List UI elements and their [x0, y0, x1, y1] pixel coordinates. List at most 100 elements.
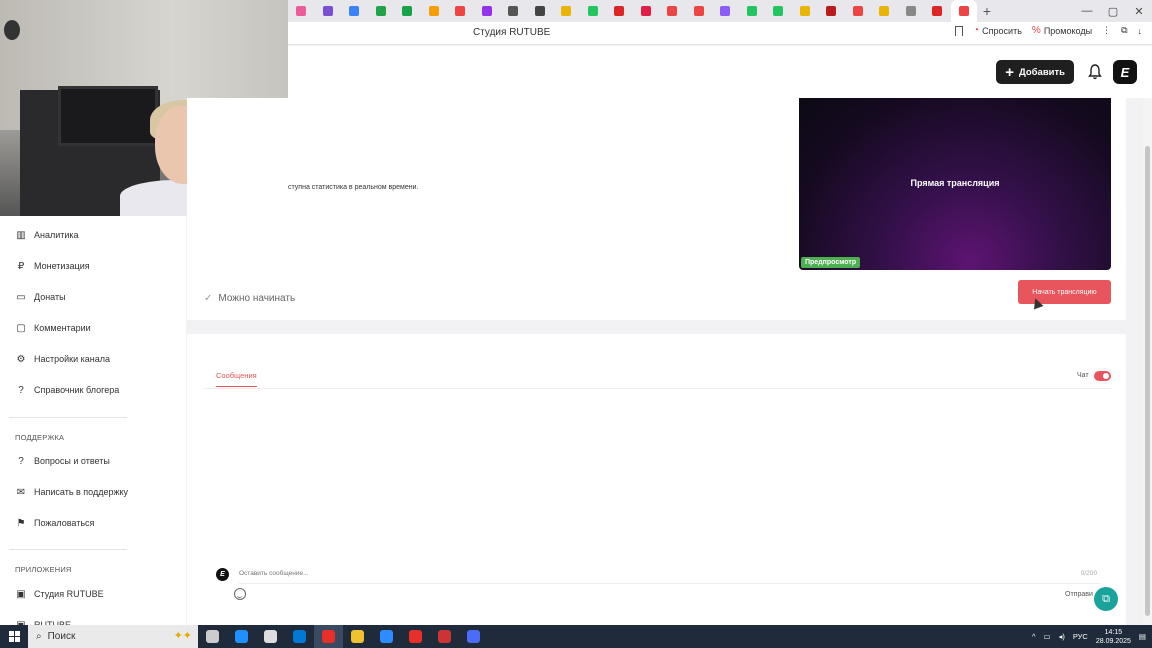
- volume-icon[interactable]: ◂): [1059, 632, 1065, 641]
- browser-tab[interactable]: [686, 0, 713, 22]
- sidebar-item-label: Комментарии: [34, 323, 91, 333]
- browser-tab[interactable]: [447, 0, 474, 22]
- favicon-icon: [640, 6, 651, 16]
- maximize-icon[interactable]: ▢: [1100, 5, 1126, 18]
- ruble-icon: ₽: [17, 260, 25, 272]
- language-indicator[interactable]: РУС: [1073, 632, 1088, 641]
- favicon-icon: [826, 6, 837, 16]
- emoji-icon[interactable]: [234, 588, 246, 600]
- sidebar-item-analytics[interactable]: ▥ Аналитика: [15, 229, 78, 241]
- taskbar-app-icon[interactable]: [372, 625, 401, 648]
- sidebar-item-comments[interactable]: ▢ Комментарии: [15, 322, 91, 334]
- browser-tab[interactable]: [950, 0, 977, 22]
- browser-tab[interactable]: [553, 0, 580, 22]
- taskbar-apps: [198, 625, 488, 648]
- sidebar-item-faq[interactable]: ? Вопросы и ответы: [15, 455, 110, 467]
- sidebar-item-donations[interactable]: ▭ Донаты: [15, 291, 65, 303]
- browser-tab[interactable]: [633, 0, 660, 22]
- preview-badge: Предпросмотр: [801, 257, 861, 268]
- taskbar-clock[interactable]: 14:15 28.09.2025: [1096, 628, 1131, 646]
- scrollbar[interactable]: [1143, 98, 1152, 625]
- browser-tab[interactable]: [341, 0, 368, 22]
- app-icon: [467, 630, 480, 643]
- add-button[interactable]: + Добавить: [996, 60, 1074, 84]
- favicon-icon: [508, 6, 519, 16]
- page-title: Студия RUTUBE: [473, 27, 551, 38]
- browser-tab[interactable]: [792, 0, 819, 22]
- browser-tab[interactable]: [765, 0, 792, 22]
- app-icon: [322, 630, 335, 643]
- windows-start-icon[interactable]: [0, 625, 28, 648]
- browser-menu-icon[interactable]: ⋮: [1102, 25, 1111, 36]
- favicon-icon: [481, 6, 492, 16]
- browser-tab[interactable]: [500, 0, 527, 22]
- browser-tab[interactable]: [527, 0, 554, 22]
- browser-tab[interactable]: [924, 0, 951, 22]
- browser-tab[interactable]: [315, 0, 342, 22]
- popout-chat-icon[interactable]: ⧉: [1094, 587, 1118, 611]
- network-icon[interactable]: ▭: [1043, 632, 1050, 641]
- browser-tab[interactable]: [659, 0, 686, 22]
- sidebar-item-studio-rutube[interactable]: ▣ Студия RUTUBE: [15, 588, 103, 600]
- browser-tab[interactable]: [288, 0, 315, 22]
- browser-tab[interactable]: [871, 0, 898, 22]
- sidebar-item-blogger-guide[interactable]: ? Справочник блогера: [15, 384, 119, 396]
- taskbar-app-icon[interactable]: [459, 625, 488, 648]
- favicon-icon: [905, 6, 916, 16]
- sidebar-item-label: Написать в поддержку: [34, 487, 129, 497]
- browser-tab[interactable]: [580, 0, 607, 22]
- taskbar-app-icon[interactable]: [227, 625, 256, 648]
- bell-icon[interactable]: [1088, 64, 1102, 80]
- message-input[interactable]: [239, 564, 1100, 584]
- sidebar-item-channel-settings[interactable]: ⚙ Настройки канала: [15, 353, 111, 365]
- clock-time: 14:15: [1104, 628, 1123, 636]
- taskbar-app-icon[interactable]: [430, 625, 459, 648]
- chat-toggle[interactable]: [1094, 371, 1111, 381]
- scrollbar-thumb[interactable]: [1145, 146, 1150, 616]
- ask-button[interactable]: ◔ Спросить: [973, 25, 1022, 36]
- browser-tab[interactable]: [606, 0, 633, 22]
- notifications-icon[interactable]: ▤: [1139, 632, 1146, 641]
- minimize-icon[interactable]: —: [1074, 5, 1100, 17]
- favicon-icon: [428, 6, 439, 16]
- extensions-icon[interactable]: ⧉: [1121, 25, 1127, 36]
- taskbar-app-icon[interactable]: [198, 625, 227, 648]
- stream-card: ступна статистика в реальном времени. Пр…: [187, 98, 1126, 320]
- browser-tab[interactable]: [739, 0, 766, 22]
- browser-tab[interactable]: [474, 0, 501, 22]
- taskbar-app-icon[interactable]: [285, 625, 314, 648]
- sidebar-item-label: Пожаловаться: [34, 518, 95, 528]
- sidebar-item-monetization[interactable]: ₽ Монетизация: [15, 260, 90, 272]
- channel-avatar-icon[interactable]: E: [1113, 60, 1137, 84]
- browser-tab[interactable]: [394, 0, 421, 22]
- app-icon: [351, 630, 364, 643]
- wallet-icon: ▭: [16, 291, 26, 303]
- new-tab-button[interactable]: +: [977, 0, 997, 22]
- support-group-heading: ПОДДЕРЖКА: [15, 433, 65, 442]
- browser-tab[interactable]: [712, 0, 739, 22]
- favicon-icon: [614, 6, 625, 16]
- tab-messages[interactable]: Сообщения: [216, 371, 257, 387]
- browser-tab[interactable]: [421, 0, 448, 22]
- favicon-icon: [799, 6, 810, 16]
- send-button[interactable]: Отправи: [1065, 591, 1093, 598]
- taskbar-app-icon[interactable]: [343, 625, 372, 648]
- taskbar-search[interactable]: ⌕ Поиск ✦✦: [28, 625, 198, 648]
- browser-tab[interactable]: [845, 0, 872, 22]
- taskbar-app-icon[interactable]: [314, 625, 343, 648]
- message-composer: E 0/200: [216, 563, 1100, 585]
- download-icon[interactable]: ↓: [1138, 26, 1143, 36]
- tray-expand-icon[interactable]: ^: [1032, 632, 1036, 641]
- bookmark-icon[interactable]: [955, 25, 964, 36]
- taskbar-app-icon[interactable]: [256, 625, 285, 648]
- sidebar-item-contact-support[interactable]: ✉ Написать в поддержку: [15, 486, 128, 498]
- promo-button[interactable]: % Промокоды: [1032, 25, 1092, 36]
- favicon-icon: [958, 6, 969, 16]
- taskbar-app-icon[interactable]: [401, 625, 430, 648]
- browser-tab[interactable]: [818, 0, 845, 22]
- browser-tab[interactable]: [368, 0, 395, 22]
- close-icon[interactable]: ✕: [1126, 5, 1152, 18]
- sidebar-item-report[interactable]: ⚑ Пожаловаться: [15, 517, 95, 529]
- browser-tab[interactable]: [898, 0, 925, 22]
- app-icon: [264, 630, 277, 643]
